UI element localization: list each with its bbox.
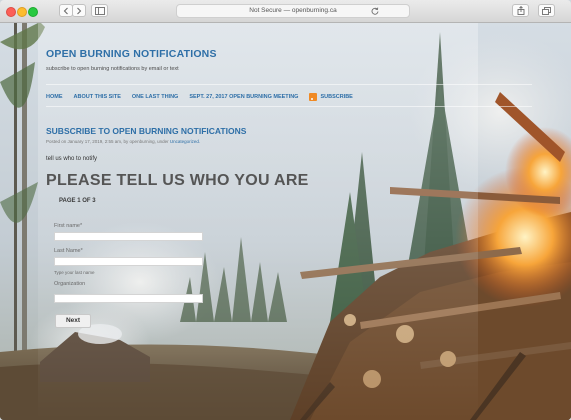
last-name-field[interactable] [54, 257, 203, 266]
site-title[interactable]: OPEN BURNING NOTIFICATIONS [46, 48, 217, 60]
form-intro: tell us who to notify [46, 156, 98, 162]
share-button[interactable] [512, 4, 529, 17]
address-text: Not Secure — openburning.ca [249, 7, 337, 14]
divider [46, 84, 532, 85]
organization-field[interactable] [54, 294, 203, 303]
zoom-window-button[interactable] [28, 7, 38, 17]
nav-item-subscribe[interactable]: SUBSCRIBE [320, 94, 352, 100]
web-page: OPEN BURNING NOTIFICATIONS subscribe to … [0, 22, 571, 420]
address-bar[interactable]: Not Secure — openburning.ca [176, 4, 410, 18]
organization-label: Organization [54, 281, 86, 287]
close-window-button[interactable] [6, 7, 16, 17]
main-nav: HOME ABOUT THIS SITE ONE LAST THING SEPT… [46, 93, 364, 101]
nav-item-one-last-thing[interactable]: ONE LAST THING [132, 94, 178, 100]
nav-item-about[interactable]: ABOUT THIS SITE [74, 94, 121, 100]
first-name-field[interactable] [54, 232, 203, 241]
back-icon [63, 7, 68, 14]
last-name-label: Last Name* [54, 248, 83, 254]
page-content: OPEN BURNING NOTIFICATIONS subscribe to … [0, 22, 571, 420]
post-meta: Posted on January 17, 2019, 2:55 am, by … [46, 139, 200, 144]
site-description: subscribe to open burning notifications … [46, 66, 179, 72]
tabs-icon [542, 6, 551, 15]
tabs-button[interactable] [538, 4, 555, 17]
nav-item-meeting[interactable]: SEPT. 27, 2017 OPEN BURNING MEETING [189, 94, 298, 100]
share-icon [517, 6, 524, 15]
sidebar-icon [94, 6, 105, 15]
browser-window: Not Secure — openburning.ca OPEN BURNING… [0, 0, 571, 420]
back-button[interactable] [59, 4, 73, 17]
page-indicator: PAGE 1 OF 3 [59, 198, 96, 204]
last-name-hint: Type your last name [54, 270, 95, 275]
post-title[interactable]: SUBSCRIBE TO OPEN BURNING NOTIFICATIONS [46, 126, 246, 136]
nav-item-home[interactable]: HOME [46, 94, 63, 100]
forward-button[interactable] [72, 4, 86, 17]
form-heading: PLEASE TELL US WHO YOU ARE [46, 172, 309, 189]
forward-icon [77, 7, 82, 14]
next-button[interactable]: Next [55, 314, 91, 328]
category-link[interactable]: Uncategorized. [170, 139, 200, 144]
reload-icon[interactable] [371, 7, 379, 15]
browser-toolbar: Not Secure — openburning.ca [0, 0, 571, 23]
post-meta-text: Posted on January 17, 2019, 2:55 am, by … [46, 139, 169, 144]
first-name-label: First name* [54, 223, 83, 229]
sidebar-button[interactable] [91, 4, 108, 17]
rss-icon [309, 93, 318, 101]
divider [46, 106, 532, 107]
minimize-window-button[interactable] [17, 7, 27, 17]
